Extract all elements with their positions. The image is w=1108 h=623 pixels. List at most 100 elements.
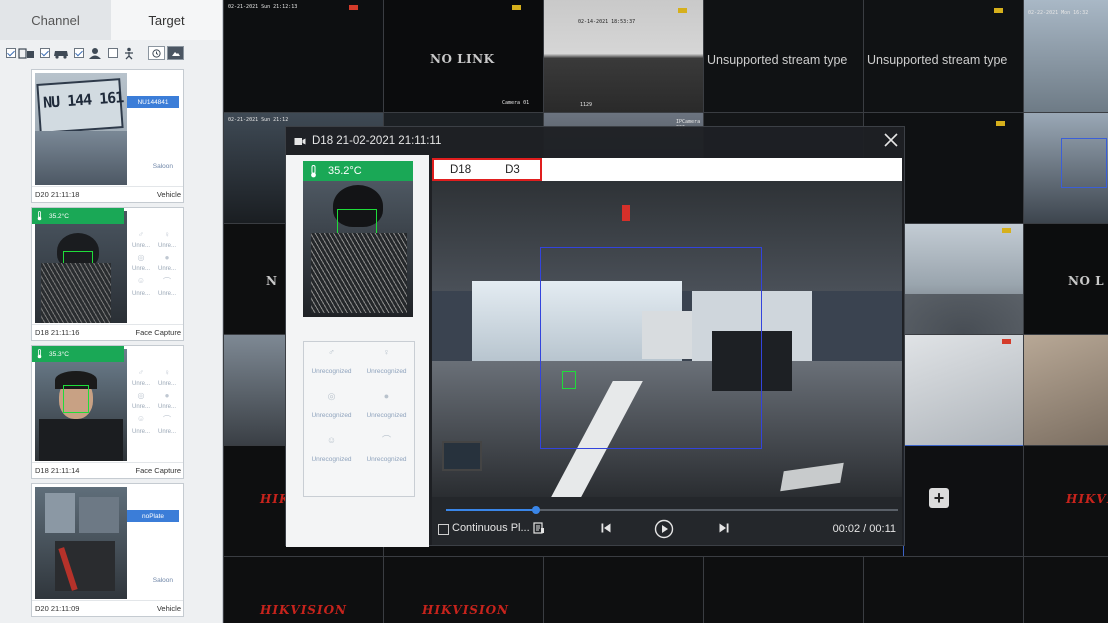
continuous-play-checkbox[interactable] bbox=[438, 524, 449, 535]
expression-icon: ☺ bbox=[326, 435, 337, 445]
play-icon[interactable] bbox=[654, 519, 674, 539]
capture-time: D20 21:11:18 bbox=[35, 190, 80, 199]
brand-logo: HIKVI bbox=[1066, 492, 1108, 506]
camera-tile[interactable]: Unsupported stream type bbox=[703, 0, 864, 113]
fisheye-view bbox=[904, 294, 1023, 334]
camera-tile[interactable] bbox=[1023, 334, 1108, 446]
expression-icon: ☺ bbox=[136, 276, 146, 285]
video-wall-icon bbox=[18, 47, 34, 59]
filter-channel-checkbox[interactable] bbox=[6, 48, 16, 58]
attr-value: Unrecognized bbox=[311, 412, 352, 419]
filter-face[interactable] bbox=[74, 47, 104, 60]
card-footer: D18 21:11:16 Face Capture bbox=[32, 324, 183, 340]
camera-tile[interactable]: 02-14-2021 18:53:37 1129 bbox=[543, 0, 704, 113]
clock-icon[interactable] bbox=[148, 46, 165, 60]
filter-channel[interactable] bbox=[6, 47, 36, 60]
vehicle-snapshot bbox=[35, 487, 127, 599]
face-detection-box bbox=[562, 371, 576, 389]
alarm-light bbox=[622, 205, 630, 221]
filter-face-checkbox[interactable] bbox=[74, 48, 84, 58]
attr-value: Unre... bbox=[157, 291, 176, 297]
target-panel: Channel Target NU 144 161 NU144841 Saloo… bbox=[0, 0, 223, 623]
hat-icon: ⌒ bbox=[163, 415, 171, 424]
tab-camera-d18[interactable]: D18 bbox=[450, 164, 471, 176]
capture-kind: Vehicle bbox=[156, 190, 181, 199]
filter-bar bbox=[0, 40, 222, 66]
alarm-flag-icon bbox=[349, 5, 358, 10]
mask-icon: ● bbox=[383, 391, 390, 401]
nvr-screen: Channel Target NU 144 161 NU144841 Saloo… bbox=[0, 0, 1108, 623]
brand-logo: HIKVISION bbox=[422, 603, 510, 617]
camera-tile[interactable]: HIKVISION bbox=[223, 556, 384, 623]
face-capture-card[interactable]: 35.2°C ♂ ♀ Unre... Unre... ◎ ● Unre... Unre.… bbox=[31, 207, 184, 341]
attribute-grid: ♂ ♀ Unrecognized Unrecognized ◎ ● Unrecogni… bbox=[303, 341, 415, 497]
filter-human-checkbox[interactable] bbox=[108, 48, 118, 58]
camera-tile[interactable] bbox=[1023, 556, 1108, 623]
camera-tile[interactable] bbox=[1023, 112, 1108, 224]
camera-tile[interactable] bbox=[703, 556, 864, 623]
brand-logo: HIKVISION bbox=[260, 603, 348, 617]
camera-tile[interactable]: NO LINK Camera 01 bbox=[383, 0, 544, 113]
clip-icon[interactable] bbox=[533, 522, 545, 534]
progress-handle[interactable] bbox=[532, 506, 541, 514]
progress-bar[interactable] bbox=[446, 506, 898, 514]
filter-vehicle[interactable] bbox=[40, 47, 70, 60]
progress-fill bbox=[446, 509, 537, 511]
add-camera-tile[interactable]: + bbox=[903, 445, 1024, 557]
attr-value: Unre... bbox=[131, 404, 150, 410]
camera-tile[interactable] bbox=[903, 334, 1024, 446]
detection-box bbox=[1061, 138, 1107, 188]
popup-header: D18 21-02-2021 21:11:11 bbox=[286, 127, 904, 155]
capture-kind: Vehicle bbox=[156, 604, 181, 613]
camera-tile[interactable] bbox=[863, 556, 1024, 623]
next-icon[interactable] bbox=[718, 522, 730, 534]
previous-icon[interactable] bbox=[600, 522, 612, 534]
plate-number-tag: NU144841 bbox=[127, 96, 179, 108]
add-icon[interactable]: + bbox=[929, 488, 949, 508]
temperature-value: 35.2°C bbox=[49, 212, 69, 220]
vehicle-capture-card[interactable]: noPlate Saloon D20 21:11:09 Vehicle bbox=[31, 483, 184, 617]
alarm-flag-icon bbox=[678, 8, 687, 13]
gender-male-icon: ♂ bbox=[138, 230, 144, 239]
plate-number-tag: noPlate bbox=[127, 510, 179, 522]
attr-value: Unre... bbox=[131, 429, 150, 435]
attr-value: Unrecognized bbox=[366, 368, 407, 375]
thermometer-icon bbox=[311, 164, 316, 177]
temperature-header: 35.3°C bbox=[32, 346, 124, 362]
attr-value: Unre... bbox=[157, 381, 176, 387]
capture-kind: Face Capture bbox=[135, 466, 181, 475]
human-body-icon bbox=[125, 47, 133, 59]
filter-human[interactable] bbox=[108, 47, 138, 60]
close-icon[interactable] bbox=[882, 131, 900, 149]
picture-icon[interactable] bbox=[167, 46, 184, 60]
tab-camera-d3[interactable]: D3 bbox=[505, 164, 520, 176]
gender-female-icon: ♀ bbox=[383, 347, 390, 357]
plate-snapshot: NU 144 161 bbox=[35, 73, 127, 185]
alarm-flag-icon bbox=[996, 121, 1005, 126]
camera-tile[interactable]: HIKVI bbox=[1023, 445, 1108, 557]
playback-time: 00:02 / 00:11 bbox=[832, 523, 896, 535]
camera-tabs: D18 D3 bbox=[432, 158, 902, 181]
camera-tile[interactable]: 02-22-2021 Mon 16:32 bbox=[1023, 0, 1108, 113]
panel-tabs: Channel Target bbox=[0, 0, 222, 40]
camera-tile[interactable]: 02-21-2021 Sun 21:12:13 bbox=[223, 0, 384, 113]
camera-tile[interactable] bbox=[543, 556, 704, 623]
camera-tile[interactable]: HIKVISION bbox=[383, 556, 544, 623]
camera-tile[interactable]: NO L bbox=[1023, 223, 1108, 335]
face-capture-card[interactable]: 35.3°C ♂ ♀ Unre... Unre... ◎ ● Unre... Unre.… bbox=[31, 345, 184, 479]
camera-tile[interactable]: Unsupported stream type bbox=[863, 0, 1024, 113]
attr-value: Unrecognized bbox=[311, 368, 352, 375]
mask-icon: ● bbox=[164, 253, 170, 262]
vehicle-capture-card[interactable]: NU 144 161 NU144841 Saloon D20 21:11:18 … bbox=[31, 69, 184, 203]
playback-video[interactable] bbox=[432, 181, 902, 497]
attr-value: Unre... bbox=[131, 381, 150, 387]
camera-tile[interactable] bbox=[903, 223, 1024, 335]
hat-icon: ⌒ bbox=[381, 435, 391, 445]
tab-target[interactable]: Target bbox=[111, 0, 222, 40]
tile-osd: 02-21-2021 Sun 21:12:13 bbox=[228, 4, 298, 10]
person-icon bbox=[89, 47, 101, 59]
thermometer-icon bbox=[37, 349, 42, 359]
filter-vehicle-checkbox[interactable] bbox=[40, 48, 50, 58]
tab-channel[interactable]: Channel bbox=[0, 0, 111, 40]
camera-tabs-highlight: D18 D3 bbox=[432, 158, 542, 181]
